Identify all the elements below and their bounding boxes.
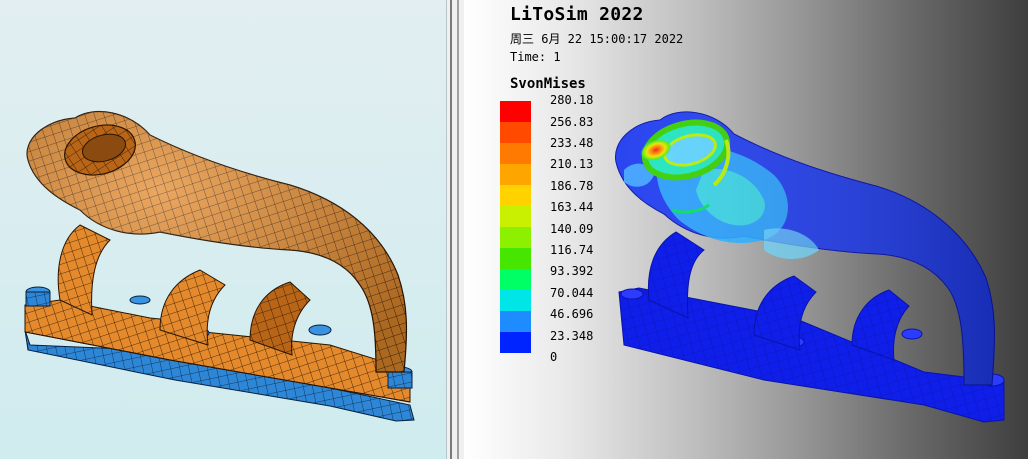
results-viewport[interactable]: LiToSim 2022 周三 6月 22 15:00:17 2022 Time… — [464, 0, 1028, 459]
splitter-bar-right — [457, 0, 459, 459]
mesh-model-graphic — [24, 110, 415, 422]
mesh-viewport[interactable] — [0, 0, 446, 459]
splitter-edge — [446, 0, 447, 459]
splitter-bar-left — [450, 0, 452, 459]
viewport-splitter[interactable] — [446, 0, 464, 459]
stress-contour-graphic — [615, 111, 1005, 423]
